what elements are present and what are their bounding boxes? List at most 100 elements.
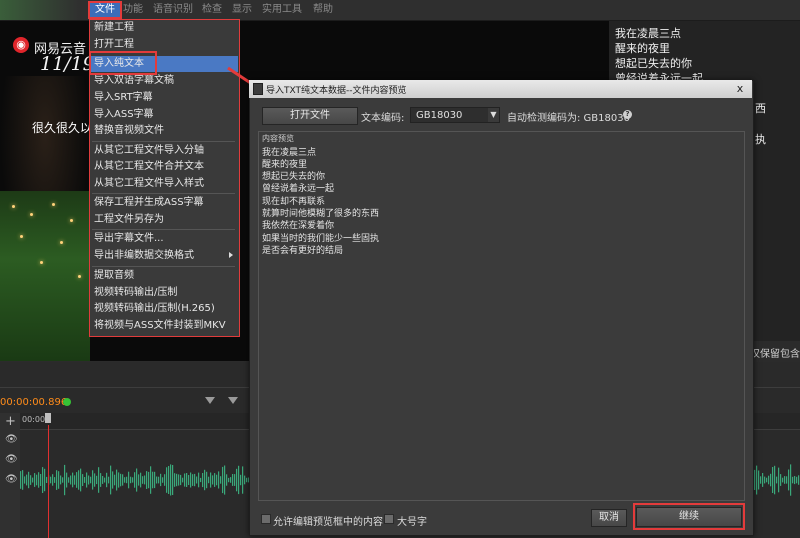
menu-item-import-timing[interactable]: 从其它工程文件导入分轴	[94, 143, 204, 159]
eye-icon[interactable]: 👁	[5, 454, 18, 465]
waveform-bar	[138, 474, 140, 486]
waveform-bar	[168, 466, 170, 494]
waveform-bar	[164, 474, 166, 486]
waveform-bar	[188, 475, 190, 485]
waveform-bar	[754, 469, 756, 490]
waveform-bar	[780, 474, 782, 486]
waveform-bar	[98, 467, 100, 493]
waveform-bar	[192, 474, 194, 486]
dialog-app-icon	[253, 83, 263, 95]
waveform-bar	[30, 475, 32, 485]
waveform-bar	[756, 465, 758, 495]
waveform-bar	[190, 472, 192, 488]
playhead-handle[interactable]	[45, 413, 51, 423]
lyric-line[interactable]: 我在凌晨三点	[615, 25, 681, 41]
audio-waveform-right[interactable]	[752, 458, 800, 502]
eye-icon[interactable]: 👁	[5, 474, 18, 485]
waveform-bar	[114, 474, 116, 486]
menu-file[interactable]: 文件	[88, 1, 122, 19]
open-file-button[interactable]: 打开文件	[262, 107, 358, 125]
submenu-arrow-icon	[229, 252, 233, 258]
menu-item-import-bilingual[interactable]: 导入双语字幕文稿	[94, 73, 174, 89]
menu-item-replace-media[interactable]: 替换音视频文件	[94, 123, 164, 139]
chevron-down-icon[interactable]: ▼	[488, 108, 499, 122]
menu-item-import-ass[interactable]: 导入ASS字幕	[94, 107, 154, 123]
menu-help[interactable]: 帮助	[313, 3, 333, 17]
waveform-bar	[768, 475, 770, 485]
waveform-bar	[28, 471, 30, 489]
waveform-bar	[758, 470, 760, 490]
audio-waveform[interactable]	[20, 458, 250, 502]
waveform-bar	[236, 468, 238, 492]
dialog-title: 导入TXT纯文本数据--文件内容预览	[266, 86, 407, 96]
waveform-bar	[90, 476, 92, 484]
allow-edit-checkbox[interactable]	[261, 514, 271, 524]
menu-separator	[92, 193, 235, 194]
lyric-line[interactable]: 醒来的夜里	[615, 40, 670, 56]
waveform-bar	[170, 464, 172, 496]
waveform-bar	[78, 470, 80, 490]
eye-icon[interactable]: 👁	[5, 434, 18, 445]
add-track-icon[interactable]: +	[5, 414, 16, 429]
waveform-bars	[752, 464, 800, 496]
waveform-bar	[108, 476, 110, 484]
help-icon[interactable]: ?	[623, 110, 632, 119]
menu-check[interactable]: 检查	[202, 3, 222, 17]
waveform-bar	[84, 477, 86, 483]
video-date-text: 11/19	[40, 53, 95, 75]
lyric-partial: 执	[755, 133, 766, 146]
close-icon[interactable]: x	[733, 82, 747, 95]
waveform-bar	[100, 473, 102, 487]
menu-item-save-as[interactable]: 工程文件另存为	[94, 212, 164, 228]
preview-line: 是否会有更好的结局	[262, 246, 344, 256]
waveform-bar	[216, 474, 218, 486]
timecode-display: 00:00:00.896	[0, 397, 68, 408]
waveform-bar	[104, 477, 106, 483]
waveform-bar	[208, 476, 210, 484]
menu-item-new-project[interactable]: 新建工程	[94, 20, 134, 36]
menu-item-import-srt[interactable]: 导入SRT字幕	[94, 90, 153, 106]
waveform-bar	[792, 476, 794, 484]
waveform-bar	[204, 469, 206, 491]
menu-item-export-nle[interactable]: 导出非编数据交换格式	[94, 248, 194, 264]
waveform-bar	[72, 472, 74, 488]
waveform-bar	[64, 464, 66, 496]
menu-item-transcode-h265[interactable]: 视频转码输出/压制(H.265)	[94, 301, 215, 317]
waveform-bar	[26, 474, 28, 486]
menu-item-transcode[interactable]: 视频转码输出/压制	[94, 285, 177, 301]
ruler-start-label: 00:00	[22, 415, 46, 424]
waveform-bar	[174, 473, 176, 487]
waveform-bar	[130, 476, 132, 484]
waveform-bar	[230, 477, 232, 483]
large-font-checkbox[interactable]	[384, 514, 394, 524]
menu-item-extract-audio[interactable]: 提取音频	[94, 268, 134, 284]
menu-item-merge-text[interactable]: 从其它工程文件合并文本	[94, 159, 204, 175]
waveform-bar	[128, 471, 130, 489]
menu-item-save-generate-ass[interactable]: 保存工程并生成ASS字幕	[94, 195, 204, 211]
waveform-bar	[162, 477, 164, 483]
waveform-bar	[788, 469, 790, 491]
menu-display[interactable]: 显示	[232, 3, 252, 17]
waveform-bar	[784, 476, 786, 484]
menu-item-mux-mkv[interactable]: 将视频与ASS文件封装到MKV	[94, 318, 226, 334]
waveform-bar	[70, 475, 72, 485]
menu-function[interactable]: 功能	[123, 3, 143, 17]
encoding-select[interactable]: GB18030	[410, 107, 500, 123]
menu-speech-recognition[interactable]: 语音识别	[153, 3, 193, 17]
playhead-line[interactable]	[48, 425, 49, 538]
marker-out-icon[interactable]	[228, 397, 238, 404]
waveform-bar	[234, 474, 236, 486]
menu-utilities[interactable]: 实用工具	[262, 3, 302, 17]
waveform-bar	[232, 474, 234, 486]
marker-in-icon[interactable]	[205, 397, 215, 404]
menu-item-export-subtitle[interactable]: 导出字幕文件...	[94, 231, 164, 247]
waveform-bar	[126, 476, 128, 484]
cancel-button[interactable]: 取消	[591, 509, 627, 527]
lyric-line[interactable]: 想起已失去的你	[615, 55, 692, 71]
waveform-bar	[760, 476, 762, 484]
waveform-bar	[142, 476, 144, 484]
menu-item-import-style[interactable]: 从其它工程文件导入样式	[94, 176, 204, 192]
waveform-bar	[92, 470, 94, 490]
waveform-bar	[34, 473, 36, 487]
waveform-bar	[242, 466, 244, 494]
